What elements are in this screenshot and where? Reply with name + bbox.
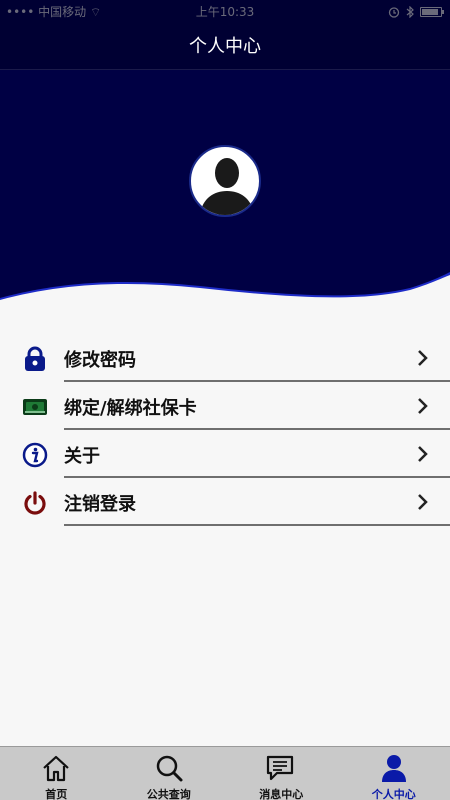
tab-label: 个人中心 <box>371 788 416 800</box>
menu-item-label: 注销登录 <box>64 494 136 515</box>
tab-messages[interactable]: 消息中心 <box>225 747 338 800</box>
alarm-icon <box>388 7 400 18</box>
menu-item-logout[interactable]: 注销登录 <box>0 478 450 526</box>
person-icon <box>381 755 406 782</box>
tab-bar: 首页 公共查询 消息中心 个人中心 <box>0 746 450 800</box>
bluetooth-icon <box>406 6 414 18</box>
tab-profile[interactable]: 个人中心 <box>338 747 450 800</box>
tab-public-query[interactable]: 公共查询 <box>113 747 226 800</box>
info-icon <box>22 442 48 468</box>
tab-label: 首页 <box>45 788 68 800</box>
home-icon <box>43 755 69 782</box>
tab-label: 消息中心 <box>259 788 304 800</box>
page-title: 个人中心 <box>189 36 261 57</box>
nav-bar: 个人中心 <box>0 24 450 70</box>
settings-menu: 修改密码 绑定/解绑社保卡 关于 注销登录 <box>0 334 450 526</box>
menu-item-label: 修改密码 <box>64 350 136 371</box>
tab-label: 公共查询 <box>146 788 191 800</box>
menu-item-label: 关于 <box>64 446 100 467</box>
menu-item-bind-card[interactable]: 绑定/解绑社保卡 <box>0 382 450 430</box>
status-bar: •••• 中国移动 ⌔ 上午10:33 <box>0 0 450 24</box>
divider <box>64 524 450 526</box>
chevron-right-icon <box>418 446 428 462</box>
menu-item-label: 绑定/解绑社保卡 <box>64 398 197 419</box>
chevron-right-icon <box>418 398 428 414</box>
battery-icon <box>420 7 444 17</box>
message-icon <box>267 755 294 781</box>
lock-icon <box>22 346 48 372</box>
menu-item-change-password[interactable]: 修改密码 <box>0 334 450 382</box>
chevron-right-icon <box>418 350 428 366</box>
search-icon <box>156 755 183 782</box>
card-icon <box>22 394 48 420</box>
menu-item-about[interactable]: 关于 <box>0 430 450 478</box>
chevron-right-icon <box>418 494 428 510</box>
avatar[interactable] <box>189 145 261 217</box>
clock-text: 上午10:33 <box>195 5 255 19</box>
status-icons <box>388 0 444 24</box>
wave-divider <box>0 272 450 310</box>
tab-home[interactable]: 首页 <box>0 747 113 800</box>
power-icon <box>22 490 48 516</box>
